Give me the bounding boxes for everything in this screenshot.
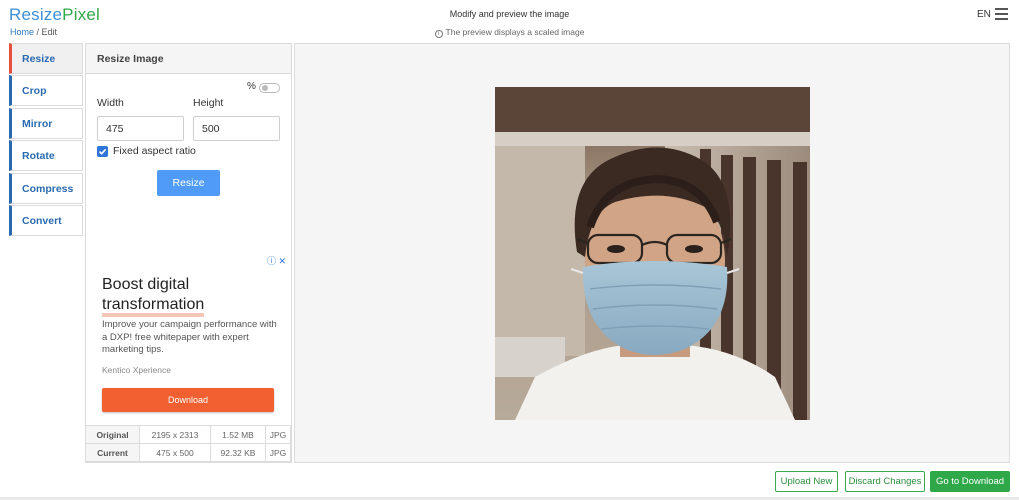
menu-icon[interactable] xyxy=(995,8,1008,20)
ad-choices-icon[interactable]: ⓘ ✕ xyxy=(267,254,286,267)
panel-title: Resize Image xyxy=(86,44,291,74)
size-cell: 1.52 MB xyxy=(210,425,266,444)
sidebar-item-label: Crop xyxy=(22,85,47,98)
app-root: ResizePixel Home / Edit Modify and previ… xyxy=(0,0,1019,500)
advertisement[interactable]: ⓘ ✕ Boost digital transformation Improve… xyxy=(89,253,288,423)
aspect-label: Fixed aspect ratio xyxy=(113,145,196,157)
sidebar-item-label: Compress xyxy=(22,182,74,195)
preview-note-text: The preview displays a scaled image xyxy=(445,27,585,37)
image-info-table: Original 2195 x 2313 1.52 MB JPG Current… xyxy=(85,425,291,462)
height-label: Height xyxy=(193,97,224,109)
discard-changes-button[interactable]: Discard Changes xyxy=(845,471,925,492)
ad-download-button[interactable]: Download xyxy=(102,388,274,412)
image-preview-area xyxy=(294,43,1010,463)
toggle-knob xyxy=(262,85,268,91)
ad-brand: Kentico Xperience xyxy=(102,365,171,375)
sidebar-item-label: Rotate xyxy=(22,150,55,163)
check-icon xyxy=(98,148,107,155)
sidebar-item-rotate[interactable]: Rotate xyxy=(9,140,83,172)
sidebar-item-mirror[interactable]: Mirror xyxy=(9,107,83,139)
ad-title: Boost digital transformation xyxy=(102,275,205,317)
dimensions-cell: 2195 x 2313 xyxy=(139,425,211,444)
portrait-photo xyxy=(495,87,810,420)
ad-body: Improve your campaign performance with a… xyxy=(102,319,277,355)
height-input[interactable] xyxy=(193,116,280,141)
row-label: Current xyxy=(85,443,140,462)
ad-title-line1: Boost digital xyxy=(102,276,190,293)
page-title: Modify and preview the image xyxy=(449,9,570,19)
dimensions-cell: 475 x 500 xyxy=(139,443,211,462)
resize-button[interactable]: Resize xyxy=(157,170,220,196)
table-row: Current 475 x 500 92.32 KB JPG xyxy=(85,443,291,462)
sidebar-item-label: Convert xyxy=(22,214,62,227)
row-label: Original xyxy=(85,425,140,444)
ad-title-line2: transformation xyxy=(102,296,205,317)
sidebar-item-compress[interactable]: Compress xyxy=(9,172,83,204)
width-input[interactable] xyxy=(97,116,184,141)
format-cell: JPG xyxy=(265,425,291,444)
sidebar-item-label: Mirror xyxy=(22,117,53,130)
percent-toggle[interactable] xyxy=(259,83,280,93)
percent-label: % xyxy=(247,81,256,92)
go-to-download-button[interactable]: Go to Download xyxy=(930,471,1010,492)
width-label: Width xyxy=(97,97,124,109)
preview-image xyxy=(495,87,810,420)
format-cell: JPG xyxy=(265,443,291,462)
preview-note: i The preview displays a scaled image xyxy=(0,27,1019,38)
sidebar-item-label: Resize xyxy=(22,53,56,65)
sidebar-item-resize[interactable]: Resize xyxy=(9,43,83,74)
sidebar-item-crop[interactable]: Crop xyxy=(9,75,83,107)
language-selector[interactable]: EN xyxy=(977,9,991,20)
info-icon: i xyxy=(434,30,443,38)
resize-panel: Resize Image % Width Height Fixed aspect… xyxy=(85,43,292,463)
aspect-checkbox[interactable] xyxy=(97,146,108,157)
size-cell: 92.32 KB xyxy=(210,443,266,462)
sidebar-item-convert[interactable]: Convert xyxy=(9,204,83,236)
sidebar: Resize Crop Mirror Rotate Compress Conve… xyxy=(9,43,83,237)
upload-new-button[interactable]: Upload New xyxy=(775,471,838,492)
table-row: Original 2195 x 2313 1.52 MB JPG xyxy=(85,425,291,444)
